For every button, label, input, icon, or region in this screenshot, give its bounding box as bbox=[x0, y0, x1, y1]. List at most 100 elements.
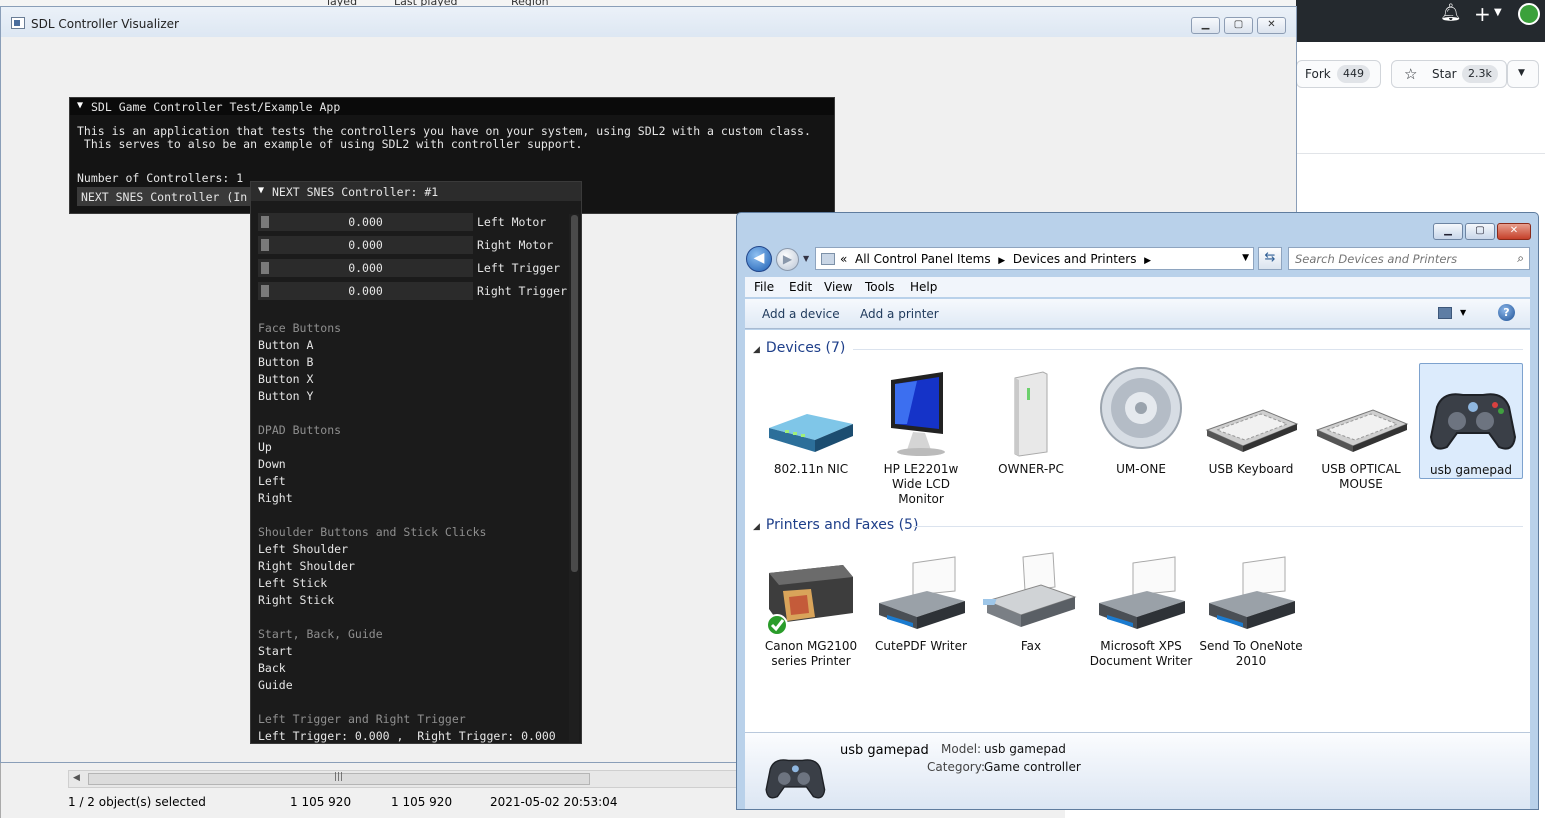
slider-value: 0.000 bbox=[348, 284, 383, 298]
size-status: 1 105 920 bbox=[290, 795, 352, 809]
minimize-button[interactable]: ▁ bbox=[1433, 223, 1463, 240]
slider-value: 0.000 bbox=[348, 238, 383, 252]
menu-view[interactable]: View bbox=[824, 280, 852, 294]
device-item[interactable]: OWNER-PC bbox=[979, 366, 1083, 477]
button-state: Button B bbox=[258, 355, 314, 369]
chevron-down-icon[interactable]: ▼ bbox=[1242, 253, 1249, 263]
button-state: Button Y bbox=[258, 389, 314, 403]
button-state: Left bbox=[258, 474, 286, 488]
controller-panel: ▼ NEXT SNES Controller: #1 0.000 Left Mo… bbox=[250, 181, 582, 744]
device-item[interactable]: USB OPTICAL MOUSE bbox=[1309, 366, 1413, 492]
device-label: usb gamepad bbox=[1430, 463, 1512, 477]
selection-status: 1 / 2 object(s) selected bbox=[68, 795, 206, 809]
github-header bbox=[1296, 0, 1545, 42]
plus-icon[interactable]: + bbox=[1474, 2, 1491, 26]
star-button[interactable]: ☆ Star 2.3k bbox=[1391, 60, 1507, 88]
close-button[interactable]: ✕ bbox=[1257, 17, 1286, 34]
printer-icon bbox=[873, 543, 969, 635]
menu-help[interactable]: Help bbox=[910, 280, 937, 294]
details-pane: usb gamepad Model: usb gamepad Category:… bbox=[745, 732, 1530, 809]
change-view-icon[interactable] bbox=[1438, 307, 1452, 319]
printer-item[interactable]: Microsoft XPS Document Writer bbox=[1089, 543, 1193, 669]
maximize-button[interactable]: ▢ bbox=[1465, 223, 1495, 240]
device-item[interactable]: UM-ONE bbox=[1089, 366, 1193, 477]
device-item[interactable]: HP LE2201w Wide LCD Monitor bbox=[869, 366, 973, 507]
controller-panel-titlebar[interactable]: ▼ NEXT SNES Controller: #1 bbox=[251, 182, 581, 201]
app-icon bbox=[11, 17, 25, 29]
imgui-panel-titlebar[interactable]: ▼ SDL Game Controller Test/Example App bbox=[70, 98, 834, 115]
breadcrumb-item[interactable]: All Control Panel Items bbox=[855, 252, 991, 266]
search-box[interactable]: ⌕ bbox=[1288, 247, 1530, 270]
avatar[interactable] bbox=[1518, 3, 1540, 25]
collapse-triangle-icon[interactable]: ◢ bbox=[753, 522, 760, 532]
collapse-triangle-icon[interactable]: ▼ bbox=[258, 185, 264, 196]
breadcrumb-item[interactable]: Devices and Printers bbox=[1013, 252, 1137, 266]
chevron-right-icon[interactable]: ▶ bbox=[1144, 256, 1151, 266]
recent-pages-icon[interactable]: ▼ bbox=[803, 254, 809, 263]
section-heading: DPAD Buttons bbox=[258, 423, 342, 437]
printer-label: CutePDF Writer bbox=[875, 639, 967, 653]
printers-group-header[interactable]: ◢ Printers and Faxes (5) bbox=[753, 517, 918, 533]
fork-count: 449 bbox=[1337, 65, 1370, 83]
speaker-icon bbox=[1093, 366, 1189, 458]
group-divider bbox=[913, 526, 1523, 527]
right-trigger-slider[interactable]: 0.000 bbox=[258, 282, 473, 300]
slider-label: Right Motor bbox=[477, 238, 554, 252]
breadcrumb: « All Control Panel Items ▶ Devices and … bbox=[840, 252, 1151, 266]
button-state: Left Shoulder bbox=[258, 542, 349, 556]
button-state: Button X bbox=[258, 372, 314, 386]
bell-icon[interactable]: 🔔︎ bbox=[1440, 3, 1462, 23]
controller-select-button[interactable]: NEXT SNES Controller (In bbox=[77, 187, 257, 206]
help-button[interactable]: ? bbox=[1498, 304, 1515, 321]
forward-button[interactable]: ▶ bbox=[776, 248, 799, 271]
devices-group-header[interactable]: ◢ Devices (7) bbox=[753, 340, 845, 356]
panel-title: SDL Game Controller Test/Example App bbox=[91, 100, 341, 114]
menu-edit[interactable]: Edit bbox=[789, 280, 812, 294]
chevron-down-icon[interactable]: ▼ bbox=[1494, 7, 1502, 18]
left-trigger-slider[interactable]: 0.000 bbox=[258, 259, 473, 277]
window-title: SDL Controller Visualizer bbox=[31, 17, 179, 31]
printer-item[interactable]: Fax bbox=[979, 543, 1083, 654]
refresh-button[interactable]: ⇆ bbox=[1258, 247, 1282, 270]
horizontal-scrollbar[interactable]: ◀ ||| bbox=[68, 770, 738, 788]
scrollbar-thumb[interactable]: ||| bbox=[88, 772, 590, 785]
collapse-triangle-icon[interactable]: ▼ bbox=[77, 100, 83, 111]
back-button[interactable]: ◀ bbox=[746, 246, 772, 272]
add-printer-button[interactable]: Add a printer bbox=[860, 307, 939, 321]
device-label: USB Keyboard bbox=[1208, 462, 1294, 476]
router-icon bbox=[763, 366, 859, 458]
scroll-left-icon[interactable]: ◀ bbox=[73, 773, 80, 783]
breadcrumb-overflow[interactable]: « bbox=[840, 252, 847, 266]
group-divider bbox=[853, 349, 1523, 350]
scrollbar-thumb[interactable] bbox=[571, 215, 578, 572]
add-device-button[interactable]: Add a device bbox=[762, 307, 840, 321]
controller-count: Number of Controllers: 1 bbox=[77, 171, 244, 185]
devices-content-pane: ◢ Devices (7) 802.11n NIC HP LE2201w Wid… bbox=[745, 330, 1530, 732]
chevron-right-icon[interactable]: ▶ bbox=[998, 256, 1005, 266]
fork-button[interactable]: Fork 449 bbox=[1296, 60, 1381, 88]
description-text: This is an application that tests the co… bbox=[77, 124, 811, 138]
chevron-down-icon[interactable]: ▼ bbox=[1460, 308, 1466, 317]
menu-file[interactable]: File bbox=[754, 280, 774, 294]
device-item[interactable]: 802.11n NIC bbox=[759, 366, 863, 477]
sdl-window-titlebar[interactable]: SDL Controller Visualizer ▁ ▢ ✕ bbox=[1, 7, 1296, 37]
minimize-button[interactable]: ▁ bbox=[1191, 17, 1220, 34]
star-dropdown-button[interactable]: ▼ bbox=[1507, 60, 1539, 88]
printer-item[interactable]: CutePDF Writer bbox=[869, 543, 973, 654]
address-bar[interactable]: « All Control Panel Items ▶ Devices and … bbox=[815, 247, 1254, 270]
button-state: Down bbox=[258, 457, 286, 471]
close-button[interactable]: ✕ bbox=[1497, 223, 1531, 240]
right-motor-slider[interactable]: 0.000 bbox=[258, 236, 473, 254]
search-input[interactable] bbox=[1295, 251, 1505, 267]
collapse-triangle-icon[interactable]: ◢ bbox=[753, 345, 760, 355]
device-item[interactable]: USB Keyboard bbox=[1199, 366, 1303, 477]
printer-item[interactable]: Send To OneNote 2010 bbox=[1199, 543, 1303, 669]
device-label: HP LE2201w Wide LCD Monitor bbox=[883, 462, 959, 506]
left-motor-slider[interactable]: 0.000 bbox=[258, 213, 473, 231]
device-item-selected[interactable]: usb gamepad bbox=[1419, 363, 1523, 479]
menu-tools[interactable]: Tools bbox=[865, 280, 895, 294]
search-icon[interactable]: ⌕ bbox=[1517, 251, 1524, 266]
maximize-button[interactable]: ▢ bbox=[1224, 17, 1253, 34]
device-label: UM-ONE bbox=[1116, 462, 1166, 476]
printer-item[interactable]: Canon MG2100 series Printer bbox=[759, 543, 863, 669]
